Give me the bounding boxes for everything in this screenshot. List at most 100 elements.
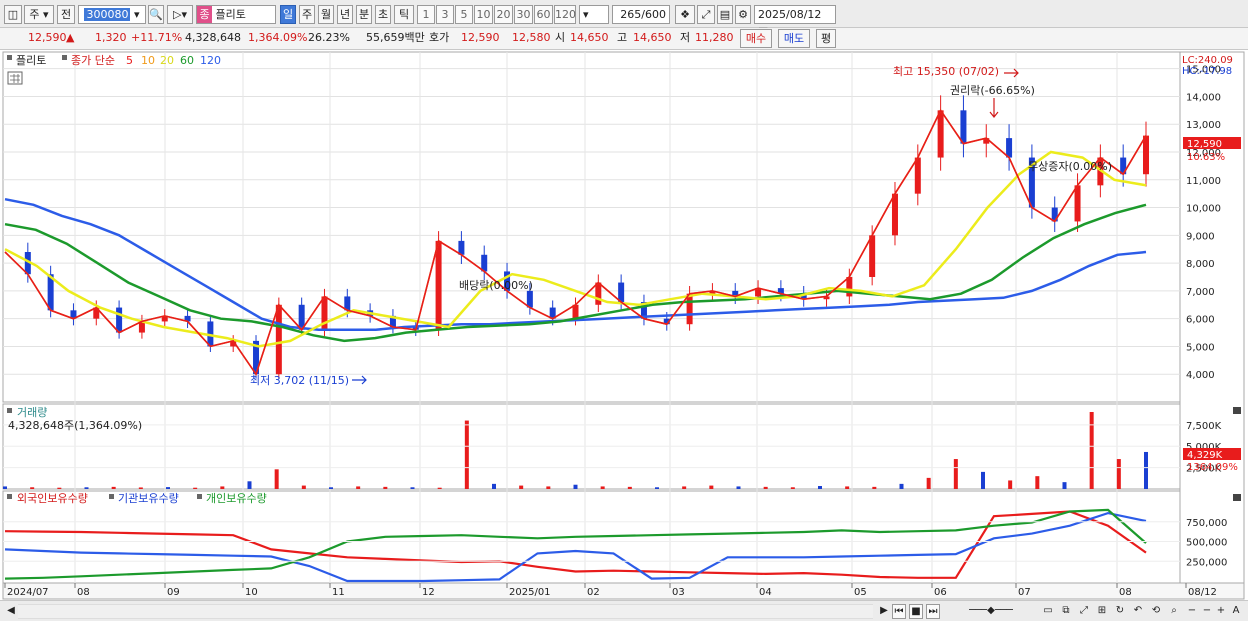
price-tick-label: 14,000 [1186, 92, 1221, 103]
crosshair-icon[interactable]: ❖ [675, 5, 695, 24]
volume-bar [682, 486, 687, 489]
interval-10[interactable]: 10 [474, 5, 493, 24]
candle-body [435, 240, 442, 330]
search-icon[interactable]: 🔍 [148, 5, 164, 24]
stock-chart[interactable]: 4,000 5,000 6,000 7,000 8,000 9,000 10,000 11,0… [0, 50, 1248, 600]
price-tick-label: 10,000 [1186, 204, 1221, 215]
volume-bar [600, 486, 605, 489]
stop-icon[interactable]: ■ [909, 604, 923, 619]
period-tick[interactable]: 틱 [394, 5, 414, 24]
ma-legend-10: 10 [141, 54, 155, 67]
code-value: 300080 [84, 8, 131, 21]
period-week[interactable]: 주 [299, 5, 315, 24]
undo-icon[interactable]: ↶ [1130, 604, 1146, 619]
save-icon[interactable]: ▤ [717, 5, 733, 24]
minus-icon[interactable]: − [1200, 604, 1214, 619]
legend-foreign: 외국인보유수량 [17, 492, 88, 505]
stock-name-field[interactable]: 종 플리토 [196, 5, 276, 24]
zoom-out-icon[interactable]: − [1184, 604, 1200, 619]
copy-icon[interactable]: ⧉ [1058, 604, 1074, 619]
volume-bar [84, 487, 89, 489]
horizontal-scrollbar[interactable] [18, 604, 873, 619]
zoom-in-icon[interactable]: + [1214, 604, 1228, 619]
candle-body [595, 282, 602, 305]
expand-icon[interactable]: ⤢ [1076, 604, 1092, 619]
holding-tick-label: 250,000 [1186, 557, 1227, 568]
grid-toggle-icon[interactable] [7, 71, 23, 85]
count-value: 265 [620, 8, 642, 21]
price-panel-name: 플리토 [16, 54, 46, 67]
candle-body [1074, 185, 1081, 222]
period-month[interactable]: 월 [318, 5, 334, 24]
volume-bar [1035, 476, 1040, 489]
volume-bar [492, 483, 496, 489]
time-label: 09 [167, 587, 180, 598]
date-field[interactable]: 2025/08/12 ▩ [754, 5, 836, 38]
layout-icon[interactable]: ◫ [4, 5, 22, 24]
annotation-dividend: 배당락(0.00%) [459, 279, 533, 292]
period-day[interactable]: 일 [280, 5, 296, 24]
chart-type-icon[interactable]: ▭ [1040, 604, 1056, 619]
period-year[interactable]: 년 [337, 5, 353, 24]
count-field[interactable]: 265/600 [612, 5, 670, 24]
font-size-icon[interactable]: A [1228, 604, 1244, 619]
search-zoom-icon[interactable]: ⌕ [1166, 604, 1182, 619]
candle-body [846, 277, 853, 297]
volume-bar [410, 487, 415, 489]
volume-bar [1089, 412, 1094, 489]
mode-button[interactable]: 전 [57, 5, 75, 24]
count-max: /600 [641, 8, 666, 21]
market-tag: 종 [197, 6, 212, 23]
last-page-icon[interactable]: ⏭ [926, 604, 940, 619]
scroll-right-icon[interactable]: ▶ [878, 604, 890, 619]
sound-icon[interactable]: ▷▾ [167, 5, 193, 24]
custom-interval-select[interactable]: ▾ [579, 5, 609, 24]
volume-bar [1116, 459, 1121, 489]
time-label: 07 [1018, 587, 1031, 598]
holding-close-icon[interactable] [1233, 494, 1241, 501]
candle-body [960, 110, 967, 144]
volume-bar [138, 487, 143, 489]
time-label: 03 [672, 587, 685, 598]
first-page-icon[interactable]: ⏮ [892, 604, 906, 619]
sync-icon[interactable]: ⟲ [1148, 604, 1164, 619]
interval-20[interactable]: 20 [494, 5, 513, 24]
code-input[interactable]: 300080 ▾ [78, 5, 146, 24]
volume-close-icon[interactable] [1233, 407, 1241, 414]
interval-5[interactable]: 5 [455, 5, 473, 24]
interval-1[interactable]: 1 [417, 5, 435, 24]
change-pct: +11.71% [131, 31, 183, 44]
hc-label: HC:-17.98 [1182, 66, 1232, 77]
time-label: 2025/01 [509, 587, 551, 598]
avg-button[interactable]: 평 [816, 29, 836, 48]
buy-button[interactable]: 매수 [740, 29, 772, 48]
price-tick-label: 7,000 [1186, 287, 1215, 298]
price-tick-label: 8,000 [1186, 259, 1215, 270]
period-second[interactable]: 초 [375, 5, 391, 24]
open-price: 14,650 [570, 31, 609, 44]
compare-icon[interactable]: ⊞ [1094, 604, 1110, 619]
type-select[interactable]: 주 ▾ [24, 5, 54, 24]
volume-bar [57, 487, 62, 489]
price-tick-label: 5,000 [1186, 342, 1215, 353]
interval-30[interactable]: 30 [514, 5, 533, 24]
period-minute[interactable]: 분 [356, 5, 372, 24]
current-price: 12,590 [28, 31, 67, 44]
ma-title: 종가 단순 [71, 54, 115, 67]
gear-icon[interactable]: ⚙ [735, 5, 751, 24]
volume-bar [329, 487, 333, 489]
interval-60[interactable]: 60 [534, 5, 553, 24]
volume-bar [111, 486, 116, 489]
type-label: 주 [29, 8, 40, 21]
scroll-left-icon[interactable]: ◀ [6, 604, 16, 619]
draw-line-icon[interactable]: ⤢ [697, 5, 715, 24]
sell-button[interactable]: 매도 [778, 29, 810, 48]
volume-bar [1144, 451, 1148, 489]
interval-3[interactable]: 3 [436, 5, 454, 24]
interval-120[interactable]: 120 [554, 5, 576, 24]
refresh-icon[interactable]: ↻ [1112, 604, 1128, 619]
zoom-slider[interactable]: ───◆─── [946, 604, 1036, 619]
volume-bar [655, 487, 659, 489]
volume-current-label: 4,329K [1187, 450, 1223, 461]
chart-area[interactable]: 4,000 5,000 6,000 7,000 8,000 9,000 10,000 11,0… [0, 50, 1248, 600]
